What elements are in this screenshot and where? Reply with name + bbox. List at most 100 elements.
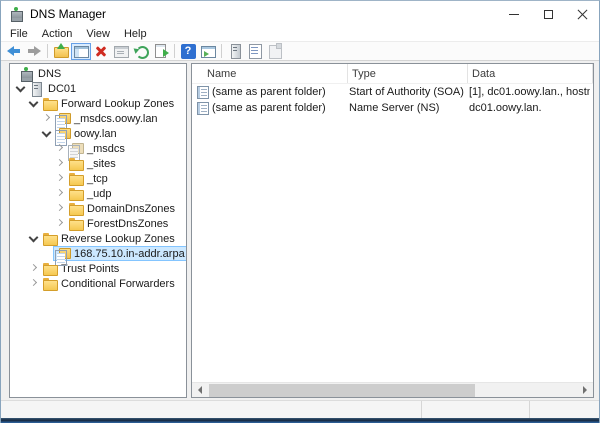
tree-expander-icon[interactable]: [27, 277, 40, 290]
tree-expander-icon[interactable]: [27, 97, 40, 110]
maximize-button[interactable]: [531, 1, 565, 27]
console-window-button[interactable]: [198, 43, 218, 60]
tree-item-label: _msdcs: [87, 143, 125, 155]
status-section: [529, 401, 599, 418]
menu-item-label: Action: [42, 28, 73, 40]
zone-icon: [55, 127, 70, 140]
folder-icon: [68, 172, 83, 185]
tree-expander-icon[interactable]: [53, 142, 66, 155]
(same as parent folder)-button[interactable]: (same as parent folder) Start of Authori…: [192, 84, 593, 100]
menu-item-label: Help: [124, 28, 147, 40]
delete-x-icon: [93, 43, 109, 59]
folder-icon: [68, 157, 83, 170]
folder-icon: [42, 262, 57, 275]
forward-arrow-icon: [26, 43, 42, 59]
tree-expander-icon[interactable]: [27, 262, 40, 275]
dns-record-icon: [197, 102, 209, 115]
title-bar: DNS Manager: [1, 1, 599, 27]
scroll-left-button[interactable]: [192, 383, 208, 398]
column-header-label: Type: [352, 68, 376, 80]
scrollbar-thumb[interactable]: [209, 384, 475, 397]
folder-icon: [42, 97, 57, 110]
tree-item-label: DomainDnsZones: [87, 203, 175, 215]
tree-expander-icon[interactable]: [53, 187, 66, 200]
tree-item[interactable]: _tcp: [10, 171, 186, 186]
(same as parent folder)-button[interactable]: (same as parent folder) Name Server (NS)…: [192, 100, 593, 116]
close-icon: [577, 9, 588, 20]
forward-button[interactable]: [24, 43, 44, 60]
scroll-right-button[interactable]: [577, 383, 593, 398]
tree-item[interactable]: DomainDnsZones: [10, 201, 186, 216]
dns-manager-app-icon: [9, 7, 24, 21]
tree-item[interactable]: DC01: [10, 81, 186, 96]
refresh-button[interactable]: [131, 43, 151, 60]
close-button[interactable]: [565, 1, 599, 27]
result-list-pane: Name Type Data (same as parent folder) Sta…: [191, 63, 594, 398]
tree-expander-icon[interactable]: [53, 157, 66, 170]
tree-item[interactable]: _sites: [10, 156, 186, 171]
tree-item[interactable]: Reverse Lookup Zones: [10, 231, 186, 246]
zone-gray-icon: [68, 142, 83, 155]
scrollbar-track[interactable]: [208, 383, 577, 398]
tree-item[interactable]: DNS: [10, 66, 186, 81]
minimize-button[interactable]: [497, 1, 531, 27]
dns-server-button[interactable]: [225, 43, 245, 60]
window-bottom-border: [1, 418, 599, 423]
folder-icon: [42, 232, 57, 245]
folder-icon: [68, 202, 83, 215]
tree-item-label: _msdcs.oowy.lan: [74, 113, 158, 125]
back-button[interactable]: [4, 43, 24, 60]
tree-expander-icon[interactable]: [14, 82, 27, 95]
tree-item[interactable]: Trust Points: [10, 261, 186, 276]
help-icon: [181, 44, 196, 59]
menu-item[interactable]: File: [3, 28, 35, 40]
tree-item[interactable]: _udp: [10, 186, 186, 201]
tree-item[interactable]: ForestDnsZones: [10, 216, 186, 231]
help-button[interactable]: [178, 43, 198, 60]
horizontal-scrollbar: [192, 382, 593, 397]
scroll-right-icon: [583, 386, 587, 394]
scroll-left-icon: [198, 386, 202, 394]
delete-button[interactable]: [91, 43, 111, 60]
tree-item[interactable]: Conditional Forwarders: [10, 276, 186, 291]
tree-expander-icon[interactable]: [53, 172, 66, 185]
export-list-icon: [153, 43, 169, 59]
minimize-icon: [509, 14, 519, 15]
console-tree-pane: DNS DC01 Forward Lookup Zones: [9, 63, 187, 398]
tree-expander-icon[interactable]: [40, 247, 53, 260]
window-title: DNS Manager: [30, 7, 106, 21]
dns-record-list-button[interactable]: [245, 43, 265, 60]
column-header[interactable]: Name: [195, 64, 348, 83]
column-header[interactable]: Data: [468, 64, 593, 83]
up-one-level-button[interactable]: [51, 43, 71, 60]
tree-item[interactable]: _msdcs: [10, 141, 186, 156]
menu-item[interactable]: Action: [35, 28, 80, 40]
tree-expander-icon[interactable]: [40, 127, 53, 140]
tree-expander-icon[interactable]: [27, 232, 40, 245]
tree-item[interactable]: _msdcs.oowy.lan: [10, 111, 186, 126]
column-header[interactable]: Type: [348, 64, 468, 83]
tree-expander-icon[interactable]: [53, 202, 66, 215]
show-hide-console-tree-button[interactable]: [71, 43, 91, 60]
console-content: DNS DC01 Forward Lookup Zones: [1, 61, 599, 400]
menu-item-label: File: [10, 28, 28, 40]
menu-item[interactable]: View: [79, 28, 117, 40]
tree-expander-icon[interactable]: [12, 67, 17, 80]
tree-expander-icon[interactable]: [53, 217, 66, 230]
tree-item[interactable]: Forward Lookup Zones: [10, 96, 186, 111]
record-list-icon: [247, 43, 263, 59]
tree-expander-icon[interactable]: [40, 112, 53, 125]
menu-item[interactable]: Help: [117, 28, 154, 40]
tree-item-label: DC01: [48, 83, 76, 95]
up-folder-icon: [53, 43, 69, 59]
tree-item[interactable]: 168.75.10.in-addr.arpa: [10, 246, 186, 261]
properties-button[interactable]: [111, 43, 131, 60]
toolbar-separator: [174, 44, 175, 58]
toolbar-separator: [221, 44, 222, 58]
export-list-button[interactable]: [151, 43, 171, 60]
dns-manager-window: DNS Manager File Action View Help DNS: [0, 0, 600, 423]
dns-clipboard-button[interactable]: [265, 43, 285, 60]
tree-item[interactable]: oowy.lan: [10, 126, 186, 141]
tree-item-label: Trust Points: [61, 263, 119, 275]
tree-item-label: 168.75.10.in-addr.arpa: [74, 248, 185, 260]
